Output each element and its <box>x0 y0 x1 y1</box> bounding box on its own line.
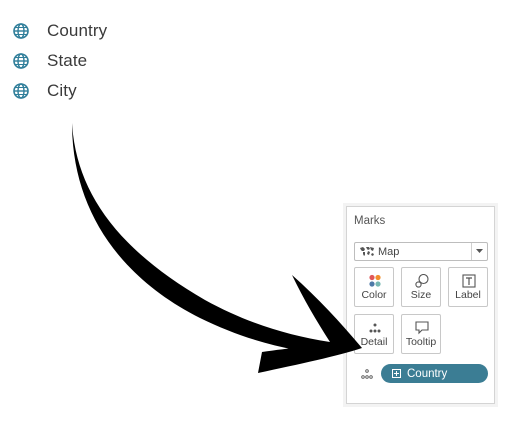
arrow-shaft <box>72 123 338 355</box>
detail-pill-row: Country <box>360 364 488 383</box>
label-button[interactable]: Label <box>448 267 488 307</box>
pill-label: Country <box>407 367 448 380</box>
detail-label: Detail <box>360 336 388 348</box>
globe-icon <box>13 83 29 99</box>
detail-button[interactable]: Detail <box>354 314 394 354</box>
chevron-down-icon[interactable] <box>471 243 487 260</box>
field-country[interactable]: Country <box>12 16 107 46</box>
size-button[interactable]: Size <box>401 267 441 307</box>
country-pill[interactable]: Country <box>381 364 488 383</box>
field-state[interactable]: State <box>12 46 107 76</box>
size-label: Size <box>410 289 432 301</box>
marks-title: Marks <box>354 215 386 227</box>
field-label: Country <box>47 21 108 40</box>
label-label: Label <box>455 289 481 301</box>
field-city[interactable]: City <box>12 76 107 106</box>
tooltip-button[interactable]: Tooltip <box>401 314 441 354</box>
color-icon <box>369 274 381 287</box>
tooltip-label: Tooltip <box>405 336 437 348</box>
mark-type-label: Map <box>378 245 400 258</box>
page: Country State City Marks Map Color Size … <box>0 0 522 437</box>
color-label: Color <box>361 289 387 301</box>
field-label: State <box>47 51 88 70</box>
size-icon <box>415 274 429 288</box>
field-label: City <box>47 81 77 100</box>
detail-icon <box>361 368 373 379</box>
detail-icon <box>369 323 381 333</box>
tooltip-icon <box>415 321 429 335</box>
mark-type-dropdown[interactable]: Map <box>354 242 488 261</box>
expand-plus-icon[interactable] <box>392 369 401 378</box>
globe-icon <box>13 23 29 39</box>
field-list: Country State City <box>12 16 107 106</box>
marks-card: Marks Map Color Size Label Detail Toolti… <box>346 206 495 404</box>
color-button[interactable]: Color <box>354 267 394 307</box>
map-icon <box>360 247 374 256</box>
label-icon <box>462 274 476 288</box>
globe-icon <box>13 53 29 69</box>
